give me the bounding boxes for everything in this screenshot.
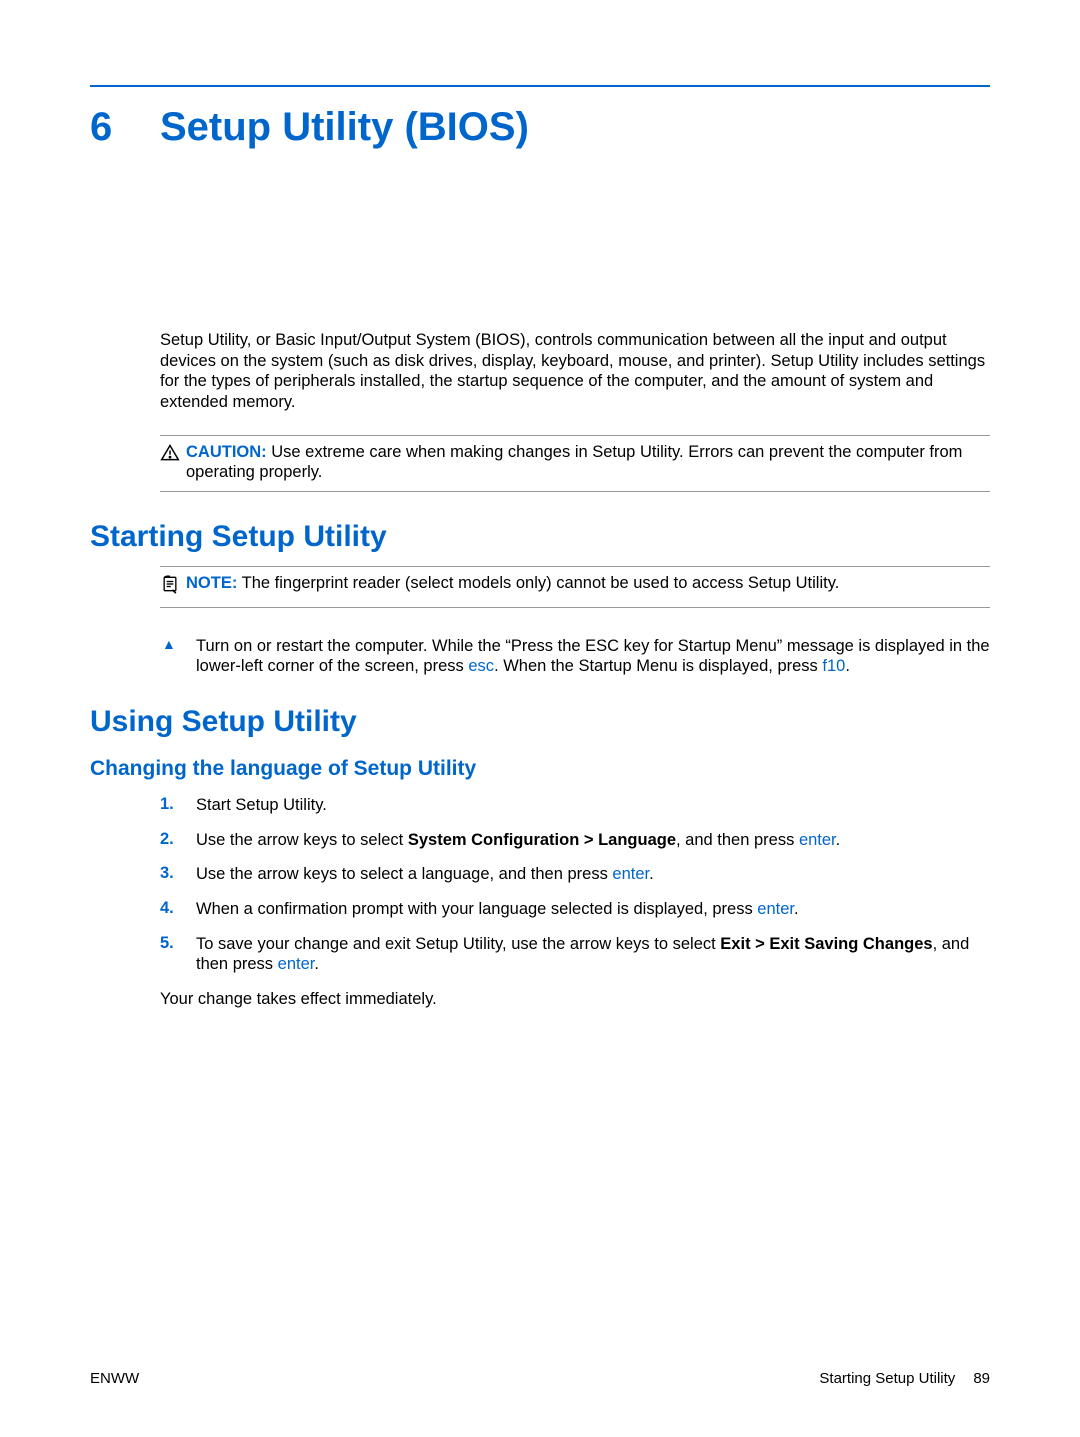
step-text: Use the arrow keys to select a language,… xyxy=(196,864,654,885)
step-4: 4. When a confirmation prompt with your … xyxy=(160,899,990,920)
step-3: 3. Use the arrow keys to select a langua… xyxy=(160,864,990,885)
starting-step-text: Turn on or restart the computer. While t… xyxy=(196,636,990,677)
page-footer: ENWW Starting Setup Utility 89 xyxy=(90,1370,990,1387)
chapter-heading: 6 Setup Utility (BIOS) xyxy=(90,105,990,150)
step-number: 5. xyxy=(160,934,196,975)
step-number: 1. xyxy=(160,795,196,816)
note-text: NOTE: The fingerprint reader (select mod… xyxy=(186,573,839,594)
intro-paragraph: Setup Utility, or Basic Input/Output Sys… xyxy=(160,330,990,413)
note-callout: NOTE: The fingerprint reader (select mod… xyxy=(160,566,990,608)
step-pre: To save your change and exit Setup Utili… xyxy=(196,935,720,953)
key-esc: esc xyxy=(468,657,494,675)
note-icon xyxy=(160,574,184,599)
step-post: . xyxy=(845,657,850,675)
step-post: . xyxy=(794,900,799,918)
top-rule xyxy=(90,85,990,87)
step-number: 4. xyxy=(160,899,196,920)
caution-icon xyxy=(160,443,184,468)
step-text: Use the arrow keys to select System Conf… xyxy=(196,830,840,851)
page-number: 89 xyxy=(973,1370,990,1387)
footer-right: Starting Setup Utility 89 xyxy=(819,1370,990,1387)
menu-path: System Configuration > Language xyxy=(408,831,676,849)
key-enter: enter xyxy=(612,865,649,883)
subsection-language-heading: Changing the language of Setup Utility xyxy=(90,757,990,781)
key-enter: enter xyxy=(757,900,794,918)
step-1: 1. Start Setup Utility. xyxy=(160,795,990,816)
step-number: 3. xyxy=(160,864,196,885)
step-mid: . When the Startup Menu is displayed, pr… xyxy=(494,657,822,675)
section-starting-heading: Starting Setup Utility xyxy=(90,520,990,554)
footer-section-title: Starting Setup Utility xyxy=(819,1370,955,1387)
note-body: The fingerprint reader (select models on… xyxy=(242,574,840,592)
caution-text: CAUTION: Use extreme care when making ch… xyxy=(186,442,990,483)
section-using-heading: Using Setup Utility xyxy=(90,705,990,739)
step-pre: Use the arrow keys to select a language,… xyxy=(196,865,612,883)
step-5: 5. To save your change and exit Setup Ut… xyxy=(160,934,990,975)
language-steps: 1. Start Setup Utility. 2. Use the arrow… xyxy=(160,795,990,975)
step-mid: , and then press xyxy=(676,831,799,849)
step-post: . xyxy=(314,955,319,973)
caution-body: Use extreme care when making changes in … xyxy=(186,443,962,482)
triangle-bullet-icon: ▲ xyxy=(160,636,196,677)
step-post: . xyxy=(649,865,654,883)
caution-callout: CAUTION: Use extreme care when making ch… xyxy=(160,435,990,492)
step-pre: When a confirmation prompt with your lan… xyxy=(196,900,757,918)
key-f10: f10 xyxy=(822,657,845,675)
menu-path: Exit > Exit Saving Changes xyxy=(720,935,932,953)
step-text: When a confirmation prompt with your lan… xyxy=(196,899,799,920)
step-number: 2. xyxy=(160,830,196,851)
step-2: 2. Use the arrow keys to select System C… xyxy=(160,830,990,851)
step-post: . xyxy=(836,831,841,849)
chapter-title: Setup Utility (BIOS) xyxy=(160,105,529,150)
note-label: NOTE: xyxy=(186,574,237,592)
chapter-number: 6 xyxy=(90,105,160,150)
step-text: To save your change and exit Setup Utili… xyxy=(196,934,990,975)
step-text: Start Setup Utility. xyxy=(196,795,327,816)
caution-label: CAUTION: xyxy=(186,443,267,461)
after-steps-note: Your change takes effect immediately. xyxy=(160,989,990,1010)
starting-step: ▲ Turn on or restart the computer. While… xyxy=(160,636,990,677)
step-pre: Use the arrow keys to select xyxy=(196,831,408,849)
footer-left: ENWW xyxy=(90,1370,139,1387)
key-enter: enter xyxy=(799,831,836,849)
key-enter: enter xyxy=(278,955,315,973)
